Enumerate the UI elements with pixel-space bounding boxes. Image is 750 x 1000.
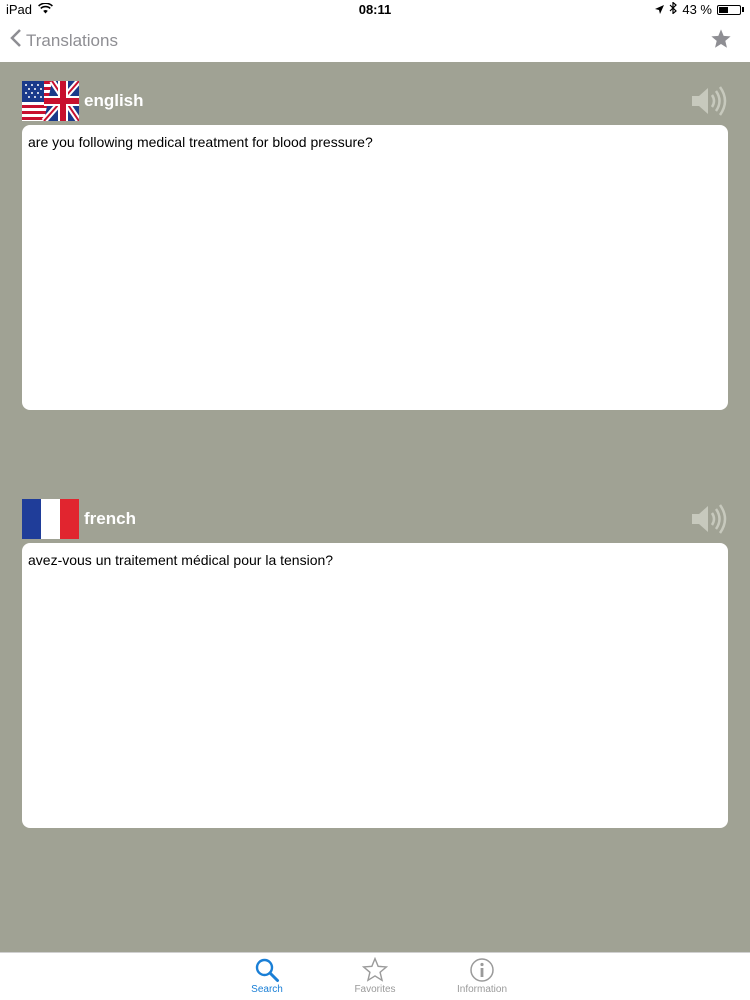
target-text-box[interactable]: avez-vous un traitement médical pour la … — [22, 543, 728, 828]
chevron-left-icon — [10, 28, 22, 53]
back-label: Translations — [26, 30, 118, 50]
bluetooth-icon — [669, 1, 678, 17]
target-language-name: french — [84, 509, 136, 528]
tab-search[interactable]: Search — [227, 957, 307, 995]
back-button[interactable]: Translations — [10, 28, 118, 53]
search-icon — [227, 957, 307, 983]
target-language-section: french avez-vous un traitement médical p… — [22, 499, 728, 828]
battery-fill — [719, 6, 728, 13]
speaker-icon[interactable] — [690, 85, 728, 122]
tab-bar: Search Favorites Information — [0, 952, 750, 1000]
source-language-section: english are you following medical treatm… — [22, 79, 728, 410]
status-bar: iPad 08:11 43 % — [0, 0, 750, 20]
tab-label: Information — [456, 984, 508, 995]
tab-information[interactable]: Information — [442, 957, 522, 995]
tab-label: Search — [251, 984, 283, 995]
source-text-box[interactable]: are you following medical treatment for … — [22, 125, 728, 410]
tab-label: Favorites — [354, 984, 396, 995]
navigation-bar: Translations — [0, 20, 750, 62]
status-time: 08:11 — [358, 2, 392, 17]
target-language-header: french — [22, 499, 728, 543]
location-arrow-icon — [655, 2, 665, 17]
battery-percent: 43 % — [682, 2, 712, 17]
status-right: 43 % — [655, 1, 744, 17]
star-icon — [710, 29, 732, 54]
speaker-icon[interactable] — [690, 503, 728, 540]
star-outline-icon — [335, 957, 415, 983]
battery-tip — [742, 7, 744, 12]
info-icon — [442, 957, 522, 983]
tab-favorites[interactable]: Favorites — [335, 957, 415, 995]
favorite-button[interactable] — [710, 28, 732, 55]
translation-content: english are you following medical treatm… — [0, 62, 750, 952]
source-language-header: english — [22, 79, 728, 125]
battery-icon — [717, 4, 741, 15]
france-flag-icon — [22, 499, 79, 539]
uk-us-flag-icon — [22, 79, 82, 123]
source-language-name: english — [84, 91, 144, 110]
